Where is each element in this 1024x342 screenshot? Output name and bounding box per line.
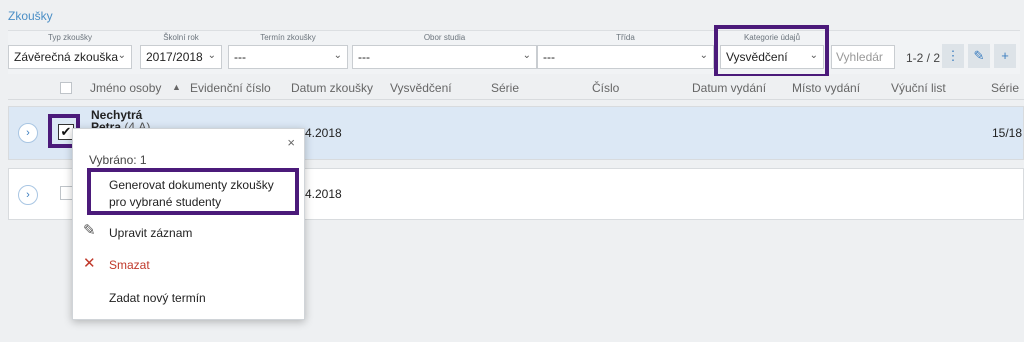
skolni-rok-label: Školní rok <box>163 33 199 42</box>
chevron-down-icon: ⌄ <box>117 50 126 61</box>
selected-count: Vybráno: 1 <box>89 153 147 167</box>
close-icon[interactable]: × <box>287 135 295 150</box>
col-serie[interactable]: Série <box>491 81 519 95</box>
obor-select[interactable]: --- ⌄ <box>352 45 537 69</box>
col-vysvedceni[interactable]: Vysvědčení <box>390 81 452 95</box>
chevron-down-icon: ⌄ <box>522 50 531 61</box>
generovat-highlight <box>87 168 299 215</box>
row-date: 4.2018 <box>305 187 342 201</box>
col-jmeno[interactable]: Jméno osoby <box>90 81 161 95</box>
table-header: Jméno osoby ▲ Evidenční číslo Datum zkou… <box>8 76 1024 100</box>
col-vyucni-list[interactable]: Výuční list <box>891 81 946 95</box>
col-datum-vydani[interactable]: Datum vydání <box>692 81 766 95</box>
trida-value: --- <box>543 50 555 64</box>
menu-item-zadat-termin[interactable]: Zadat nový termín <box>109 290 206 307</box>
edit-icon[interactable]: ✎ <box>968 44 990 68</box>
skolni-rok-value: 2017/2018 <box>146 50 203 64</box>
filter-bar: Typ zkoušky Závěrečná zkouška ⌄ Školní r… <box>8 30 1020 74</box>
skolni-rok-select[interactable]: 2017/2018 ⌄ <box>140 45 222 69</box>
pencil-icon: ✎ <box>83 222 96 239</box>
search-input[interactable]: Vyhledár <box>831 45 895 69</box>
termin-value: --- <box>234 50 246 64</box>
chevron-down-icon: ⌄ <box>333 50 342 61</box>
trida-label: Třída <box>616 33 635 42</box>
col-datum-zkousky[interactable]: Datum zkoušky <box>291 81 373 95</box>
col-misto-vydani[interactable]: Místo vydání <box>792 81 860 95</box>
chevron-right-icon[interactable]: › <box>18 123 38 143</box>
typ-zkousky-label: Typ zkoušky <box>47 33 92 42</box>
col-cislo[interactable]: Číslo <box>592 81 619 95</box>
chevron-down-icon: ⌄ <box>699 50 708 61</box>
sort-asc-icon: ▲ <box>172 82 181 92</box>
obor-label: Obor studia <box>423 33 466 42</box>
obor-value: --- <box>358 50 370 64</box>
typ-zkousky-select[interactable]: Závěrečná zkouška ⌄ <box>8 45 132 69</box>
chevron-right-icon[interactable]: › <box>18 185 38 205</box>
row-serie-2: 15/18 <box>992 126 1023 140</box>
more-options-icon[interactable]: ⋮ <box>942 44 964 68</box>
trida-select[interactable]: --- ⌄ <box>537 45 714 69</box>
menu-item-upravit[interactable]: Upravit záznam <box>109 225 192 242</box>
row-date: 4.2018 <box>305 126 342 140</box>
delete-icon: ✕ <box>83 255 96 272</box>
termin-label: Termín zkoušky <box>260 33 316 42</box>
col-evidencni[interactable]: Evidenční číslo <box>190 81 271 95</box>
chevron-down-icon: ⌄ <box>207 50 216 61</box>
pager-info: 1-2 / 2 <box>906 51 941 65</box>
select-all-checkbox[interactable] <box>60 82 72 94</box>
kategorie-highlight <box>714 25 829 78</box>
termin-select[interactable]: --- ⌄ <box>228 45 348 69</box>
section-title: Zkoušky <box>8 9 53 23</box>
col-serie-2[interactable]: Série <box>991 81 1019 95</box>
menu-item-smazat[interactable]: Smazat <box>109 257 150 274</box>
context-menu: × Vybráno: 1 Generovat dokumenty zkoušky… <box>72 128 305 320</box>
typ-zkousky-value: Závěrečná zkouška <box>14 50 119 64</box>
add-icon[interactable]: + <box>994 44 1016 68</box>
